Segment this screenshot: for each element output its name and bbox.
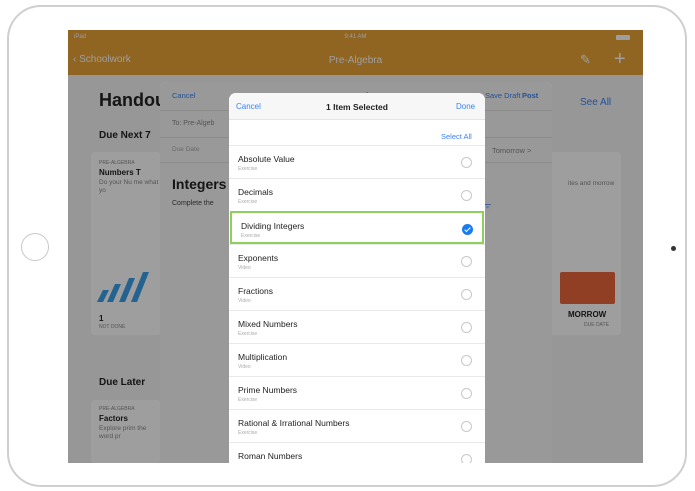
item-name: Roman Numbers (238, 451, 303, 461)
item-kind: Exercise (238, 397, 258, 403)
item-name: Rational & Irrational Numbers (238, 418, 350, 428)
item-name: Dividing Integers (241, 221, 305, 231)
list-item[interactable]: Rational & Irrational Numbers Exercise (229, 409, 485, 442)
list-item[interactable]: Dividing Integers Exercise (230, 211, 484, 244)
list-item[interactable]: Mixed Numbers Exercise (229, 310, 485, 343)
radio-icon[interactable] (461, 190, 472, 201)
home-button[interactable] (21, 233, 49, 261)
list-item[interactable]: Exponents Video (229, 244, 485, 277)
radio-icon[interactable] (461, 256, 472, 267)
item-name: Multiplication (238, 352, 288, 362)
item-kind: Video (238, 298, 251, 304)
item-name: Exponents (238, 253, 279, 263)
radio-icon[interactable] (461, 454, 472, 463)
list-item[interactable]: Fractions Video (229, 277, 485, 310)
checked-radio-icon[interactable] (462, 224, 473, 235)
screen: iPad 9:41 AM ‹ Schoolwork Pre-Algebra ✎ … (68, 30, 643, 463)
radio-icon[interactable] (461, 355, 472, 366)
radio-icon[interactable] (461, 421, 472, 432)
item-picker: Cancel 1 Item Selected Done Select All A… (229, 93, 485, 463)
picker-header: Cancel 1 Item Selected Done (229, 93, 485, 120)
list-item[interactable]: Decimals Exercise (229, 178, 485, 211)
item-name: Absolute Value (238, 154, 295, 164)
list-item[interactable]: Prime Numbers Exercise (229, 376, 485, 409)
radio-icon[interactable] (461, 157, 472, 168)
item-kind: Exercise (238, 199, 258, 205)
select-all-button[interactable]: Select All (441, 132, 472, 141)
list-item[interactable]: Roman Numbers (229, 442, 485, 463)
item-name: Fractions (238, 286, 273, 296)
radio-icon[interactable] (461, 388, 472, 399)
camera-dot (671, 246, 676, 251)
item-name: Mixed Numbers (238, 319, 298, 329)
radio-icon[interactable] (461, 322, 472, 333)
item-name: Decimals (238, 187, 273, 197)
item-kind: Exercise (238, 430, 258, 436)
picker-done-button[interactable]: Done (456, 102, 475, 111)
item-kind: Video (238, 265, 251, 271)
item-kind: Video (238, 364, 251, 370)
item-kind: Exercise (238, 166, 258, 172)
item-kind: Exercise (238, 331, 258, 337)
picker-title: 1 Item Selected (326, 102, 388, 112)
item-name: Prime Numbers (238, 385, 298, 395)
list-item[interactable]: Multiplication Video (229, 343, 485, 376)
list-item[interactable]: Absolute Value Exercise (229, 145, 485, 178)
item-kind: Exercise (241, 233, 261, 239)
radio-icon[interactable] (461, 289, 472, 300)
